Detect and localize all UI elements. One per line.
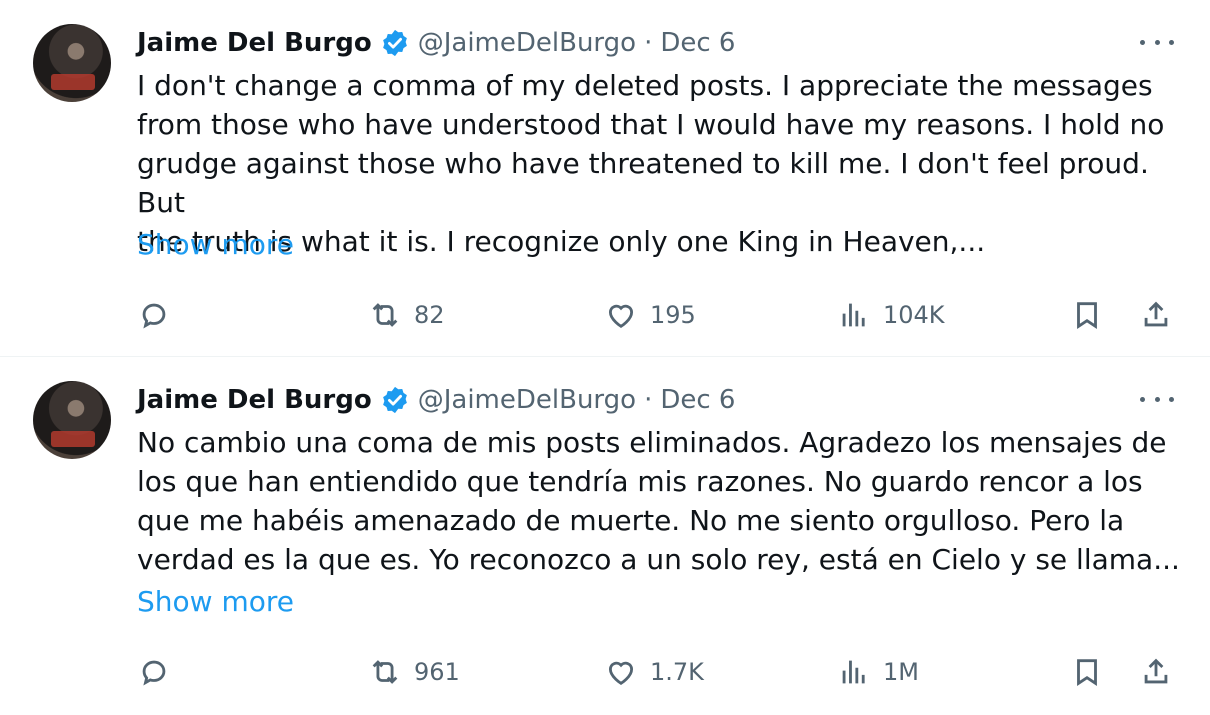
views-icon	[842, 303, 865, 327]
tweet-text: No cambio una coma de mis posts eliminad…	[137, 426, 1180, 576]
author-handle[interactable]: @JaimeDelBurgo	[418, 385, 636, 415]
avatar[interactable]	[33, 24, 111, 102]
views-count: 1M	[883, 658, 919, 686]
show-more-link[interactable]: Show more	[137, 228, 294, 261]
tweet-date[interactable]: Dec 6	[660, 385, 735, 415]
tweet-header: Jaime Del Burgo @JaimeDelBurgo · Dec 6	[137, 383, 735, 417]
author-name[interactable]: Jaime Del Burgo	[137, 385, 372, 415]
retweet-icon	[372, 660, 398, 684]
bookmark-button[interactable]	[1070, 647, 1104, 697]
reply-button[interactable]	[137, 647, 171, 697]
action-bar: 961 1.7K 1M	[0, 647, 1210, 697]
show-more-link[interactable]: Show more	[137, 585, 294, 618]
tweet[interactable]: Jaime Del Burgo @JaimeDelBurgo · Dec 6 N…	[0, 357, 1210, 714]
share-button[interactable]	[1139, 290, 1173, 340]
views-button[interactable]: 1M	[837, 647, 919, 697]
tweet[interactable]: Jaime Del Burgo @JaimeDelBurgo · Dec 6 I…	[0, 0, 1210, 357]
reply-icon	[142, 303, 166, 329]
retweet-count: 961	[414, 658, 460, 686]
like-button[interactable]: 1.7K	[604, 647, 704, 697]
more-icon[interactable]	[1140, 30, 1174, 54]
share-button[interactable]	[1139, 647, 1173, 697]
like-count: 195	[650, 301, 696, 329]
retweet-count: 82	[414, 301, 445, 329]
action-bar: 82 195 104K	[0, 290, 1210, 340]
author-handle[interactable]: @JaimeDelBurgo	[418, 28, 636, 58]
bookmark-button[interactable]	[1070, 290, 1104, 340]
tweet-header: Jaime Del Burgo @JaimeDelBurgo · Dec 6	[137, 26, 735, 60]
verified-badge-icon	[382, 29, 407, 57]
separator-dot: ·	[644, 385, 653, 415]
separator-dot: ·	[644, 28, 653, 58]
like-button[interactable]: 195	[604, 290, 696, 340]
like-count: 1.7K	[650, 658, 704, 686]
views-icon	[842, 660, 865, 684]
share-icon	[1144, 301, 1168, 327]
avatar[interactable]	[33, 381, 111, 459]
views-button[interactable]: 104K	[837, 290, 945, 340]
verified-badge-icon	[382, 386, 407, 414]
reply-icon	[142, 660, 166, 686]
reply-button[interactable]	[137, 290, 171, 340]
tweet-date[interactable]: Dec 6	[660, 28, 735, 58]
more-icon[interactable]	[1140, 387, 1174, 411]
retweet-icon	[372, 303, 398, 327]
bookmark-icon	[1077, 659, 1097, 686]
retweet-button[interactable]: 82	[368, 290, 445, 340]
like-icon	[608, 304, 634, 328]
bookmark-icon	[1077, 302, 1097, 329]
views-count: 104K	[883, 301, 945, 329]
like-icon	[608, 661, 634, 685]
author-name[interactable]: Jaime Del Burgo	[137, 28, 372, 58]
share-icon	[1144, 658, 1168, 684]
retweet-button[interactable]: 961	[368, 647, 460, 697]
